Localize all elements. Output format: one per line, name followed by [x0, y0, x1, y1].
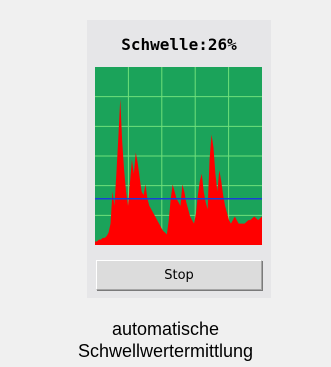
caption: automatische Schwellwertermittlung	[0, 318, 331, 362]
stop-button[interactable]: Stop	[96, 260, 262, 290]
caption-line-1: automatische	[111, 319, 220, 339]
caption-line-2: Schwellwertermittlung	[77, 341, 254, 361]
threshold-title: Schwelle:26%	[121, 35, 237, 54]
signal-graph	[95, 67, 262, 245]
